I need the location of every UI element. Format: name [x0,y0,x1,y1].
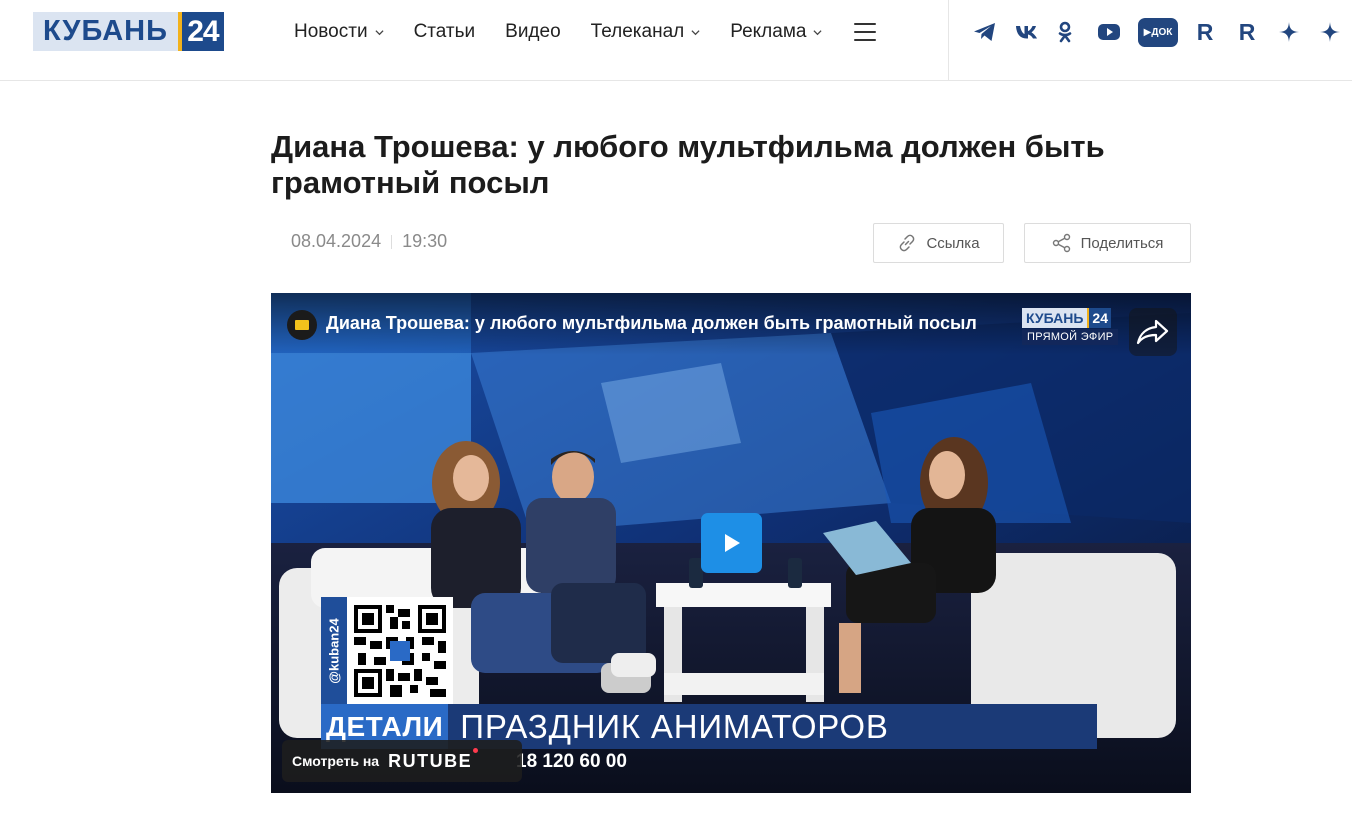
site-header: КУБАНЬ 24 Новости Статьи Видео Телеканал… [0,0,1352,81]
channel-avatar[interactable] [287,310,317,340]
live-logo-word: КУБАНЬ [1022,308,1088,328]
play-button[interactable] [701,513,762,573]
nav-item-label: Новости [294,21,368,42]
nav-item-articles[interactable]: Статьи [414,21,476,43]
nav-item-label: Реклама [730,21,807,42]
nav-item-tv-channel[interactable]: Телеканал [591,21,701,43]
vk-icon[interactable] [1014,16,1040,48]
rutube-logo: RUTUBE [388,747,479,772]
nav-item-advertising[interactable]: Реклама [730,21,822,43]
zen-icon[interactable] [1278,16,1300,48]
main-nav: Новости Статьи Видео Телеканал Реклама [294,19,877,45]
copy-link-label: Ссылка [926,234,980,252]
odnoklassniki-icon[interactable] [1056,16,1074,48]
header-divider [948,0,949,81]
hamburger-icon[interactable] [854,23,877,41]
nav-item-label: Статьи [413,21,476,42]
youtube-icon[interactable] [1096,16,1122,48]
logo-number: 24 [177,12,224,51]
share-icon [1052,233,1070,253]
nav-item-news[interactable]: Новости [294,21,384,43]
live-badge: ПРЯМОЙ ЭФИР [1022,329,1119,345]
share-button[interactable]: Поделиться [1024,223,1191,263]
qr-handle-strip: @kuban24 [321,597,347,705]
live-logo-number: 24 [1087,308,1111,328]
video-share-button[interactable] [1129,308,1177,356]
telegram-icon[interactable] [972,16,998,48]
social-links: ▶ДОК R R [972,16,1341,48]
chevron-down-icon [691,29,700,35]
meta-separator [391,234,393,249]
watch-on-label: Смотреть на [292,753,380,769]
article-time: 19:30 [402,231,448,251]
live-channel-logo: КУБАНЬ 24 [1022,308,1111,328]
play-icon [724,534,740,552]
rustore-icon[interactable]: R [1236,16,1258,48]
lower-third-text: ПРАЗДНИК АНИМАТОРОВ [448,704,1097,749]
chevron-down-icon [375,29,384,35]
copy-link-button[interactable]: Ссылка [873,223,1004,263]
dok-icon[interactable]: ▶ДОК [1138,16,1178,48]
qr-code [347,597,453,705]
nav-item-video[interactable]: Видео [505,21,561,43]
article-title: Диана Трошева: у любого мультфильма долж… [271,129,1105,200]
site-logo[interactable]: КУБАНЬ 24 [33,12,224,51]
chevron-down-icon [813,29,822,35]
video-title[interactable]: Диана Трошева: у любого мультфильма долж… [326,313,977,334]
nav-item-label: Видео [505,21,561,42]
lower-third-phone: 18 120 60 00 [516,751,627,772]
watch-on-rutube-button[interactable]: Смотреть на RUTUBE [282,740,522,782]
article-date: 08.04.2024 [291,231,382,251]
video-player[interactable]: Диана Трошева: у любого мультфильма долж… [271,293,1191,793]
share-arrow-icon [1136,319,1169,345]
dzen-icon[interactable] [1319,16,1341,48]
qr-handle: @kuban24 [326,618,342,684]
link-icon [900,234,915,252]
article-meta: 08.04.2024 19:30 [291,231,447,252]
nav-item-label: Телеканал [590,21,685,42]
logo-wordmark: КУБАНЬ [33,12,178,51]
qr-block: @kuban24 [321,597,453,705]
rutube-icon[interactable]: R [1194,16,1216,48]
share-label: Поделиться [1080,234,1164,252]
